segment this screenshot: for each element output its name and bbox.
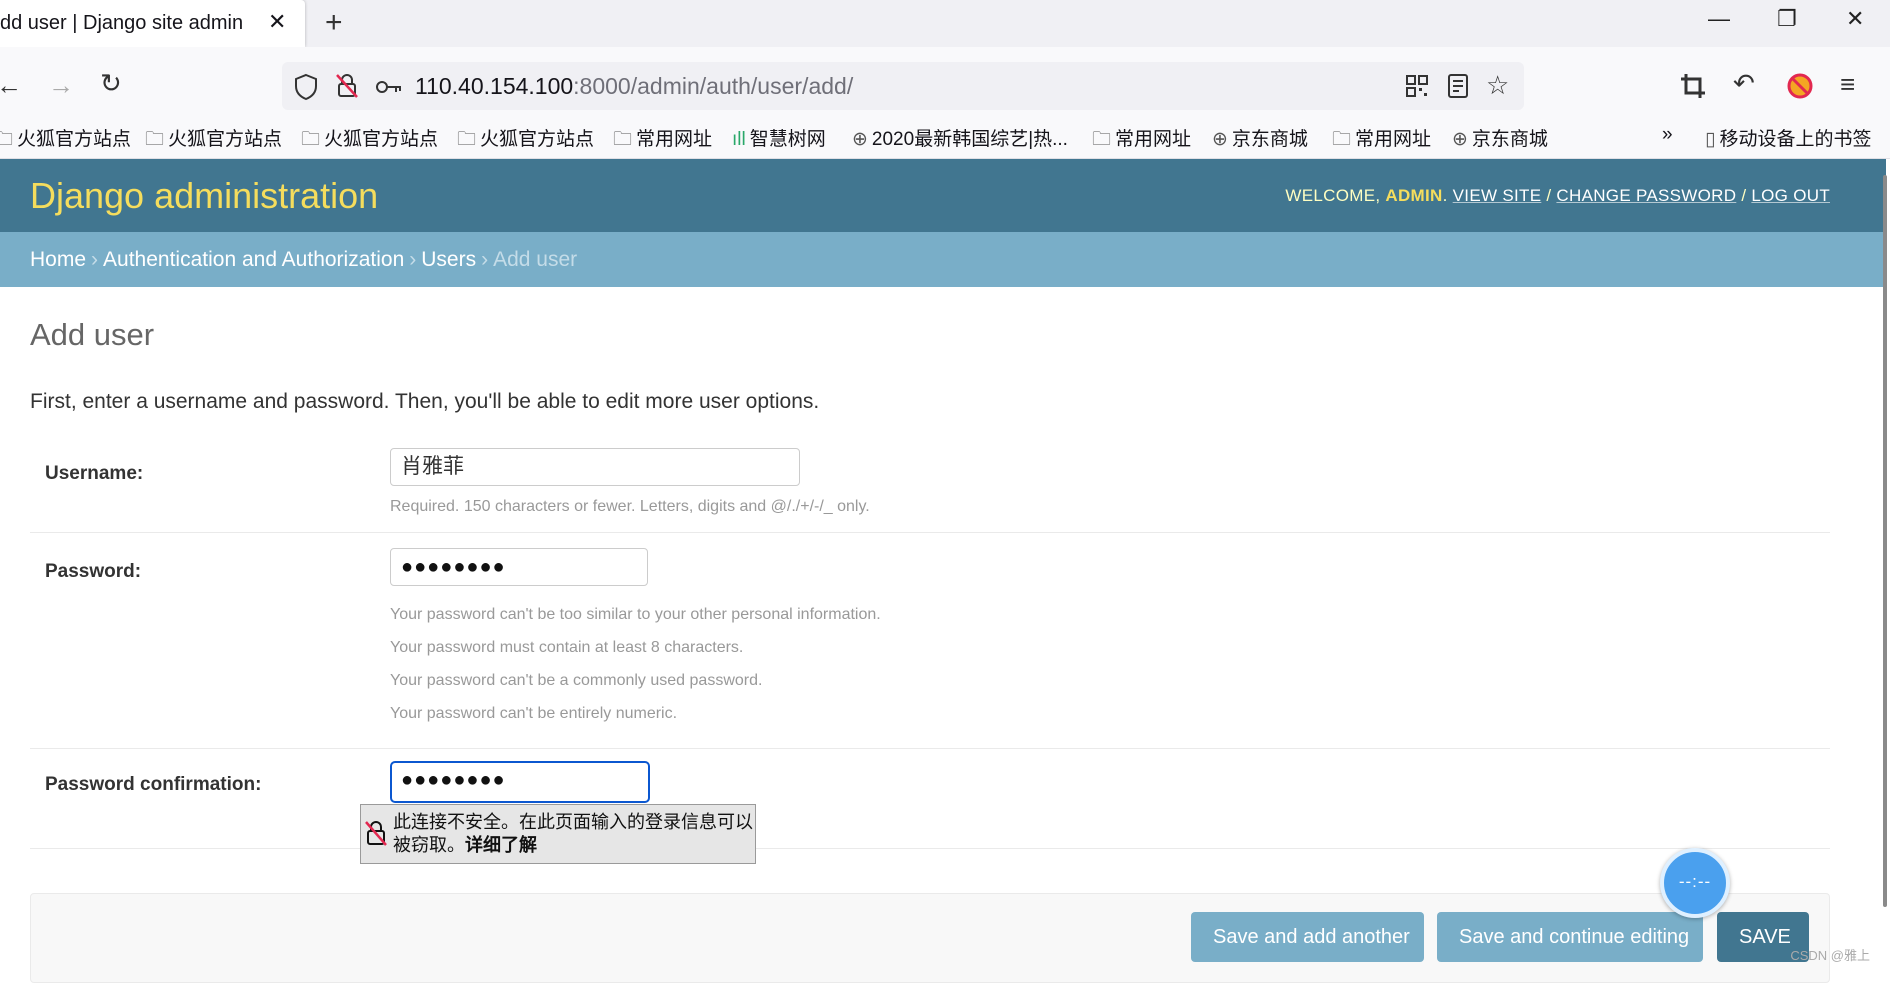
- site-branding[interactable]: Django administration: [30, 175, 378, 217]
- reload-icon[interactable]: ↻: [100, 68, 122, 99]
- password-input[interactable]: ●●●●●●●●: [390, 548, 648, 586]
- key-icon[interactable]: [375, 78, 403, 96]
- bookmark-item[interactable]: 🗀 常用网址: [613, 124, 712, 157]
- globe-icon: ⊕: [852, 129, 868, 150]
- username-help: Required. 150 characters or fewer. Lette…: [390, 498, 870, 515]
- window-close-icon[interactable]: ✕: [1846, 6, 1864, 32]
- browser-tab-active[interactable]: dd user | Django site admin ✕: [0, 0, 305, 47]
- globe-icon: ⊕: [1212, 129, 1228, 150]
- undo-icon[interactable]: ↶: [1733, 68, 1755, 99]
- folder-icon: 🗀: [301, 129, 321, 150]
- bookmark-item[interactable]: 🗀 火狐官方站点: [301, 124, 438, 157]
- bookmark-item[interactable]: 🗀 火狐官方站点: [145, 124, 282, 157]
- back-icon[interactable]: ←: [0, 70, 22, 101]
- password-help-item: Your password can't be entirely numeric.: [390, 705, 678, 722]
- change-password-link[interactable]: CHANGE PASSWORD: [1556, 186, 1736, 205]
- bookmark-item[interactable]: 🗀 常用网址: [1332, 124, 1431, 157]
- username-input[interactable]: 肖雅菲: [390, 448, 800, 486]
- breadcrumb-home[interactable]: Home: [30, 248, 86, 271]
- view-site-link[interactable]: VIEW SITE: [1453, 186, 1542, 205]
- password-row: Password: ●●●●●●●● Your password can't b…: [30, 532, 1830, 749]
- floating-timer-button[interactable]: --:--: [1660, 848, 1730, 918]
- mobile-bookmarks[interactable]: ▯ 移动设备上的书签: [1705, 124, 1871, 151]
- insecure-warning-text: 此连接不安全。在此页面输入的登录信息可以被窃取。详细了解: [393, 812, 753, 855]
- breadcrumb-users[interactable]: Users: [421, 248, 476, 271]
- bookmark-item[interactable]: 🗀 常用网址: [1092, 124, 1191, 157]
- window-minimize-icon[interactable]: —: [1708, 6, 1730, 32]
- mobile-device-icon: ▯: [1705, 129, 1716, 150]
- learn-more-link[interactable]: 详细了解: [465, 835, 537, 855]
- log-out-link[interactable]: LOG OUT: [1751, 186, 1830, 205]
- folder-icon: 🗀: [145, 129, 165, 150]
- watermark: CSDN @雅上: [1790, 948, 1870, 963]
- shield-icon[interactable]: [293, 73, 319, 101]
- bookmark-item[interactable]: ıll 智慧树网: [732, 124, 826, 151]
- username-label: Username:: [45, 463, 144, 484]
- username-row: Username: 肖雅菲 Required. 150 characters o…: [30, 440, 1830, 533]
- folder-icon: 🗀: [1092, 129, 1112, 150]
- save-and-continue-button[interactable]: Save and continue editing: [1437, 912, 1703, 962]
- folder-icon: 🗀: [1332, 129, 1352, 150]
- password-help-item: Your password must contain at least 8 ch…: [390, 639, 744, 656]
- bookmarks-overflow-icon[interactable]: »: [1662, 124, 1673, 146]
- screenshot-crop-icon[interactable]: [1680, 73, 1706, 99]
- forward-icon[interactable]: →: [48, 70, 74, 101]
- save-and-add-another-button[interactable]: Save and add another: [1191, 912, 1424, 962]
- password-confirm-label: Password confirmation:: [45, 774, 262, 795]
- breadcrumb-current: Add user: [493, 248, 578, 271]
- user-tools: WELCOME, ADMIN. VIEW SITE / CHANGE PASSW…: [1285, 186, 1830, 205]
- password-help-item: Your password can't be too similar to yo…: [390, 606, 881, 623]
- password-label: Password:: [45, 561, 142, 582]
- bookmark-item[interactable]: 🗀 火狐官方站点: [457, 124, 594, 157]
- password-confirm-row: Password confirmation: ●●●●●●●●: [30, 748, 1830, 849]
- extension-blocked-icon[interactable]: [1786, 72, 1814, 100]
- menu-icon[interactable]: ≡: [1840, 69, 1855, 100]
- bookmark-star-icon[interactable]: ☆: [1486, 70, 1509, 101]
- zhihuishu-icon: ıll: [732, 129, 746, 150]
- current-username: ADMIN: [1385, 186, 1443, 205]
- bookmark-item[interactable]: ⊕ 2020最新韩国综艺|热...: [852, 124, 1068, 151]
- window-restore-icon[interactable]: ❐: [1777, 6, 1797, 32]
- page-title: Add user: [30, 317, 155, 352]
- bookmark-item[interactable]: 🗀 火狐官方站点: [0, 124, 131, 157]
- folder-icon: 🗀: [613, 129, 633, 150]
- new-tab-icon[interactable]: +: [325, 6, 343, 40]
- insecure-login-warning: 此连接不安全。在此页面输入的登录信息可以被窃取。详细了解: [360, 804, 756, 864]
- welcome-text: WELCOME,: [1285, 186, 1386, 205]
- breadcrumb-auth[interactable]: Authentication and Authorization: [103, 248, 404, 271]
- intro-text: First, enter a username and password. Th…: [30, 390, 820, 413]
- bookmark-item[interactable]: ⊕ 京东商城: [1212, 124, 1308, 151]
- tab-close-icon[interactable]: ✕: [268, 9, 286, 35]
- insecure-lock-icon: [365, 821, 387, 846]
- bookmark-item[interactable]: ⊕ 京东商城: [1452, 124, 1548, 151]
- qr-code-icon[interactable]: [1405, 74, 1429, 98]
- floating-timer-label: --:--: [1678, 872, 1712, 891]
- insecure-lock-icon[interactable]: [334, 72, 360, 100]
- password-help-item: Your password can't be a commonly used p…: [390, 672, 763, 689]
- password-confirm-input[interactable]: ●●●●●●●●: [390, 761, 650, 803]
- breadcrumb-links: Home › Authentication and Authorization › Us…: [30, 248, 578, 271]
- url-text[interactable]: 110.40.154.100:8000/admin/auth/user/add/: [415, 73, 853, 100]
- folder-icon: 🗀: [0, 129, 14, 150]
- page-scrollbar[interactable]: [1883, 175, 1887, 907]
- tab-title: dd user | Django site admin: [0, 12, 244, 34]
- folder-icon: 🗀: [457, 129, 477, 150]
- reader-view-icon[interactable]: [1447, 73, 1469, 99]
- globe-icon: ⊕: [1452, 129, 1468, 150]
